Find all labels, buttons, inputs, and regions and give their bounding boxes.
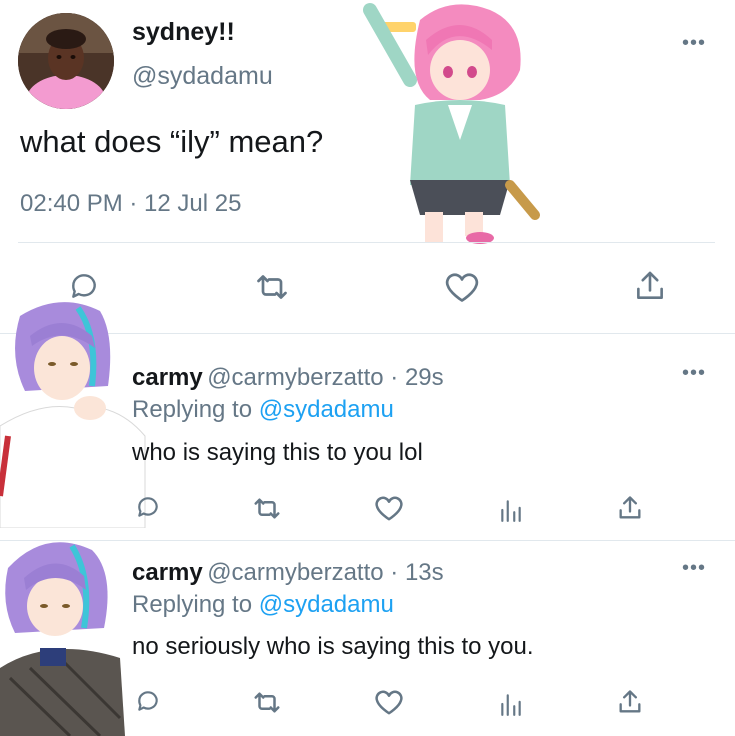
retweet-icon[interactable]: [252, 690, 282, 715]
share-icon[interactable]: [617, 494, 643, 522]
retweet-icon[interactable]: [254, 272, 290, 302]
display-name[interactable]: carmy: [132, 364, 203, 391]
avatar[interactable]: [0, 528, 125, 736]
replying-to-label: Replying to: [132, 396, 259, 423]
analytics-icon[interactable]: [498, 691, 524, 717]
tweet-text: no seriously who is saying this to you.: [132, 633, 534, 660]
tweet-text: who is saying this to you lol: [132, 439, 423, 466]
reply-time: · 29s: [383, 364, 444, 391]
like-icon[interactable]: [374, 494, 404, 522]
share-icon[interactable]: [634, 268, 666, 304]
replying-to-label: Replying to: [132, 591, 259, 618]
retweet-icon[interactable]: [252, 496, 282, 521]
tweet-timestamp[interactable]: 02:40 PM · 12 Jul 25: [20, 190, 241, 218]
reply-icon[interactable]: [134, 688, 162, 714]
avatar[interactable]: [0, 296, 150, 528]
divider: [18, 242, 715, 243]
user-handle[interactable]: @carmyberzatto: [207, 559, 383, 586]
replying-to: Replying to @sydadamu: [132, 396, 394, 424]
analytics-icon[interactable]: [498, 497, 524, 523]
user-handle[interactable]: @sydadamu: [132, 62, 273, 91]
avatar[interactable]: [18, 13, 114, 109]
reply-time: · 13s: [383, 559, 444, 586]
more-options-icon[interactable]: •••: [682, 33, 706, 53]
replying-to-handle[interactable]: @sydadamu: [259, 591, 394, 618]
reply-header: carmy @carmyberzatto · 29s: [132, 364, 444, 392]
share-icon[interactable]: [617, 688, 643, 716]
reply-header: carmy @carmyberzatto · 13s: [132, 559, 444, 587]
like-icon[interactable]: [374, 688, 404, 716]
tweet-text: what does “ily” mean?: [20, 124, 324, 159]
display-name[interactable]: sydney!!: [132, 18, 235, 47]
like-icon[interactable]: [444, 270, 480, 304]
more-options-icon[interactable]: •••: [682, 558, 706, 578]
display-name[interactable]: carmy: [132, 559, 203, 586]
character-sticker-image: [360, 0, 540, 248]
reply-icon[interactable]: [134, 494, 162, 520]
replying-to-handle[interactable]: @sydadamu: [259, 396, 394, 423]
replying-to: Replying to @sydadamu: [132, 591, 394, 619]
more-options-icon[interactable]: •••: [682, 363, 706, 383]
user-handle[interactable]: @carmyberzatto: [207, 364, 383, 391]
